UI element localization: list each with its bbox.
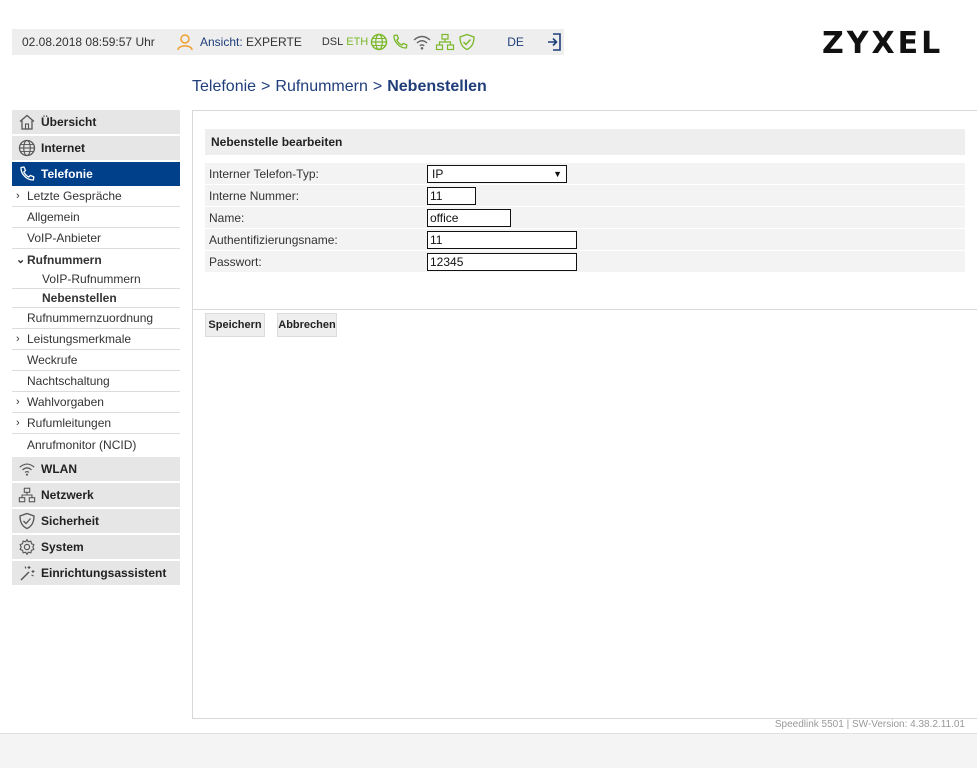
breadcrumb-separator: > xyxy=(372,78,383,95)
language-selector[interactable]: DE xyxy=(507,35,524,49)
view-value: EXPERTE xyxy=(246,35,302,49)
breadcrumb-separator: > xyxy=(261,78,271,95)
phone-type-value: IP xyxy=(432,166,444,181)
nav-wlan[interactable]: WLAN xyxy=(12,457,180,481)
chevron-right-icon: › xyxy=(16,190,20,202)
breadcrumb: Telefonie > Rufnummern > Nebenstellen xyxy=(192,78,487,96)
chevron-down-icon: ⌄ xyxy=(16,254,26,266)
wifi-icon xyxy=(18,460,36,478)
network-icon xyxy=(18,486,36,504)
name-input[interactable]: office xyxy=(427,208,511,227)
phone-type-select[interactable]: IP ▼ xyxy=(427,164,567,183)
nav-item-rufnummernzuordnung[interactable]: Rufnummernzuordnung xyxy=(12,308,180,329)
gear-icon xyxy=(18,538,36,556)
shield-check-icon xyxy=(18,512,36,530)
nav-netzwerk[interactable]: Netzwerk xyxy=(12,483,180,507)
form-row-auth: Authentifizierungsname: 11 xyxy=(205,229,965,251)
phone-icon xyxy=(18,165,36,183)
nav-item-rufnummern[interactable]: ⌄ Rufnummern xyxy=(12,249,180,270)
save-button[interactable]: Speichern xyxy=(205,313,265,337)
password-input[interactable]: 12345 xyxy=(427,252,577,271)
phone-icon xyxy=(391,33,409,51)
nav-internet-label: Internet xyxy=(41,141,86,155)
home-icon xyxy=(18,113,36,131)
nav-system-label: System xyxy=(41,540,84,554)
type-label: Interner Telefon-Typ: xyxy=(209,166,319,181)
nav-item-nachtschaltung[interactable]: Nachtschaltung xyxy=(12,371,180,392)
auth-name-input[interactable]: 11 xyxy=(427,230,577,249)
status-bar: 02.08.2018 08:59:57 Uhr Ansicht: EXPERTE… xyxy=(12,29,564,55)
form-row-name: Name: office xyxy=(205,207,965,229)
network-icon xyxy=(435,33,455,51)
cancel-button[interactable]: Abbrechen xyxy=(277,313,337,337)
nav-item-voip-rufnummern[interactable]: VoIP-Rufnummern xyxy=(12,270,180,289)
nav-item-anrufmonitor[interactable]: Anrufmonitor (NCID) xyxy=(12,434,180,455)
number-label: Interne Nummer: xyxy=(209,188,300,203)
nav-item-leistungsmerkmale[interactable]: › Leistungsmerkmale xyxy=(12,329,180,350)
zyxel-logo: ZYXEL xyxy=(822,26,944,61)
wifi-icon xyxy=(412,33,432,51)
nav-telefonie[interactable]: Telefonie xyxy=(12,162,180,186)
form-row-type: Interner Telefon-Typ: IP ▼ xyxy=(205,163,965,185)
view-label: Ansicht: xyxy=(200,35,243,49)
logout-icon xyxy=(547,33,561,51)
globe-icon xyxy=(18,139,36,157)
chevron-right-icon: › xyxy=(16,333,20,345)
user-icon xyxy=(177,34,193,51)
nav-internet[interactable]: Internet xyxy=(12,136,180,160)
dropdown-caret-icon: ▼ xyxy=(553,168,562,179)
connection-indicators: DSL ETH xyxy=(322,33,479,51)
sidebar-nav: Übersicht Internet Telefonie › Letzte Ges… xyxy=(12,110,180,587)
nav-einrichtungsassistent-label: Einrichtungsassistent xyxy=(41,566,167,580)
footer-bar xyxy=(0,733,977,768)
panel-title: Nebenstelle bearbeiten xyxy=(205,129,965,155)
internal-number-input[interactable]: 11 xyxy=(427,186,476,205)
nav-uebersicht[interactable]: Übersicht xyxy=(12,110,180,134)
nav-einrichtungsassistent[interactable]: Einrichtungsassistent xyxy=(12,561,180,585)
breadcrumb-current: Nebenstellen xyxy=(387,78,487,95)
version-info: Speedlink 5501 | SW-Version: 4.38.2.11.0… xyxy=(774,719,965,730)
datetime: 02.08.2018 08:59:57 Uhr xyxy=(22,35,155,49)
logout-button[interactable] xyxy=(546,32,562,52)
form-row-number: Interne Nummer: 11 xyxy=(205,185,965,207)
magic-wand-icon xyxy=(18,564,36,582)
nav-item-allgemein[interactable]: Allgemein xyxy=(12,207,180,228)
nav-system[interactable]: System xyxy=(12,535,180,559)
nav-telefonie-label: Telefonie xyxy=(41,167,93,181)
nav-sicherheit[interactable]: Sicherheit xyxy=(12,509,180,533)
shield-check-icon xyxy=(458,33,476,51)
extension-edit-form: Interner Telefon-Typ: IP ▼ Interne Numme… xyxy=(205,163,965,273)
telefonie-submenu: › Letzte Gespräche Allgemein VoIP-Anbiete… xyxy=(12,186,180,455)
chevron-right-icon: › xyxy=(16,417,20,429)
divider xyxy=(193,309,977,310)
nav-sicherheit-label: Sicherheit xyxy=(41,514,100,528)
internet-globe-icon xyxy=(370,33,388,51)
breadcrumb-telefonie[interactable]: Telefonie xyxy=(192,78,256,95)
nav-netzwerk-label: Netzwerk xyxy=(41,488,94,502)
nav-uebersicht-label: Übersicht xyxy=(41,115,97,129)
nav-item-rufumleitungen[interactable]: › Rufumleitungen xyxy=(12,413,180,434)
nav-item-wahlvorgaben[interactable]: › Wahlvorgaben xyxy=(12,392,180,413)
nav-wlan-label: WLAN xyxy=(41,462,77,476)
view-mode[interactable]: Ansicht: EXPERTE xyxy=(176,33,302,51)
nav-item-weckrufe[interactable]: Weckrufe xyxy=(12,350,180,371)
breadcrumb-rufnummern[interactable]: Rufnummern xyxy=(275,78,367,95)
chevron-right-icon: › xyxy=(16,396,20,408)
dsl-indicator: DSL xyxy=(321,36,344,48)
eth-indicator: ETH xyxy=(346,36,369,48)
name-label: Name: xyxy=(209,210,245,225)
form-row-password: Passwort: 12345 xyxy=(205,251,965,273)
nav-item-letzte-gespraeche[interactable]: › Letzte Gespräche xyxy=(12,186,180,207)
password-label: Passwort: xyxy=(209,254,262,269)
auth-label: Authentifizierungsname: xyxy=(209,232,338,247)
nav-item-voip-anbieter[interactable]: VoIP-Anbieter xyxy=(12,228,180,249)
nav-item-nebenstellen[interactable]: Nebenstellen xyxy=(12,289,180,308)
